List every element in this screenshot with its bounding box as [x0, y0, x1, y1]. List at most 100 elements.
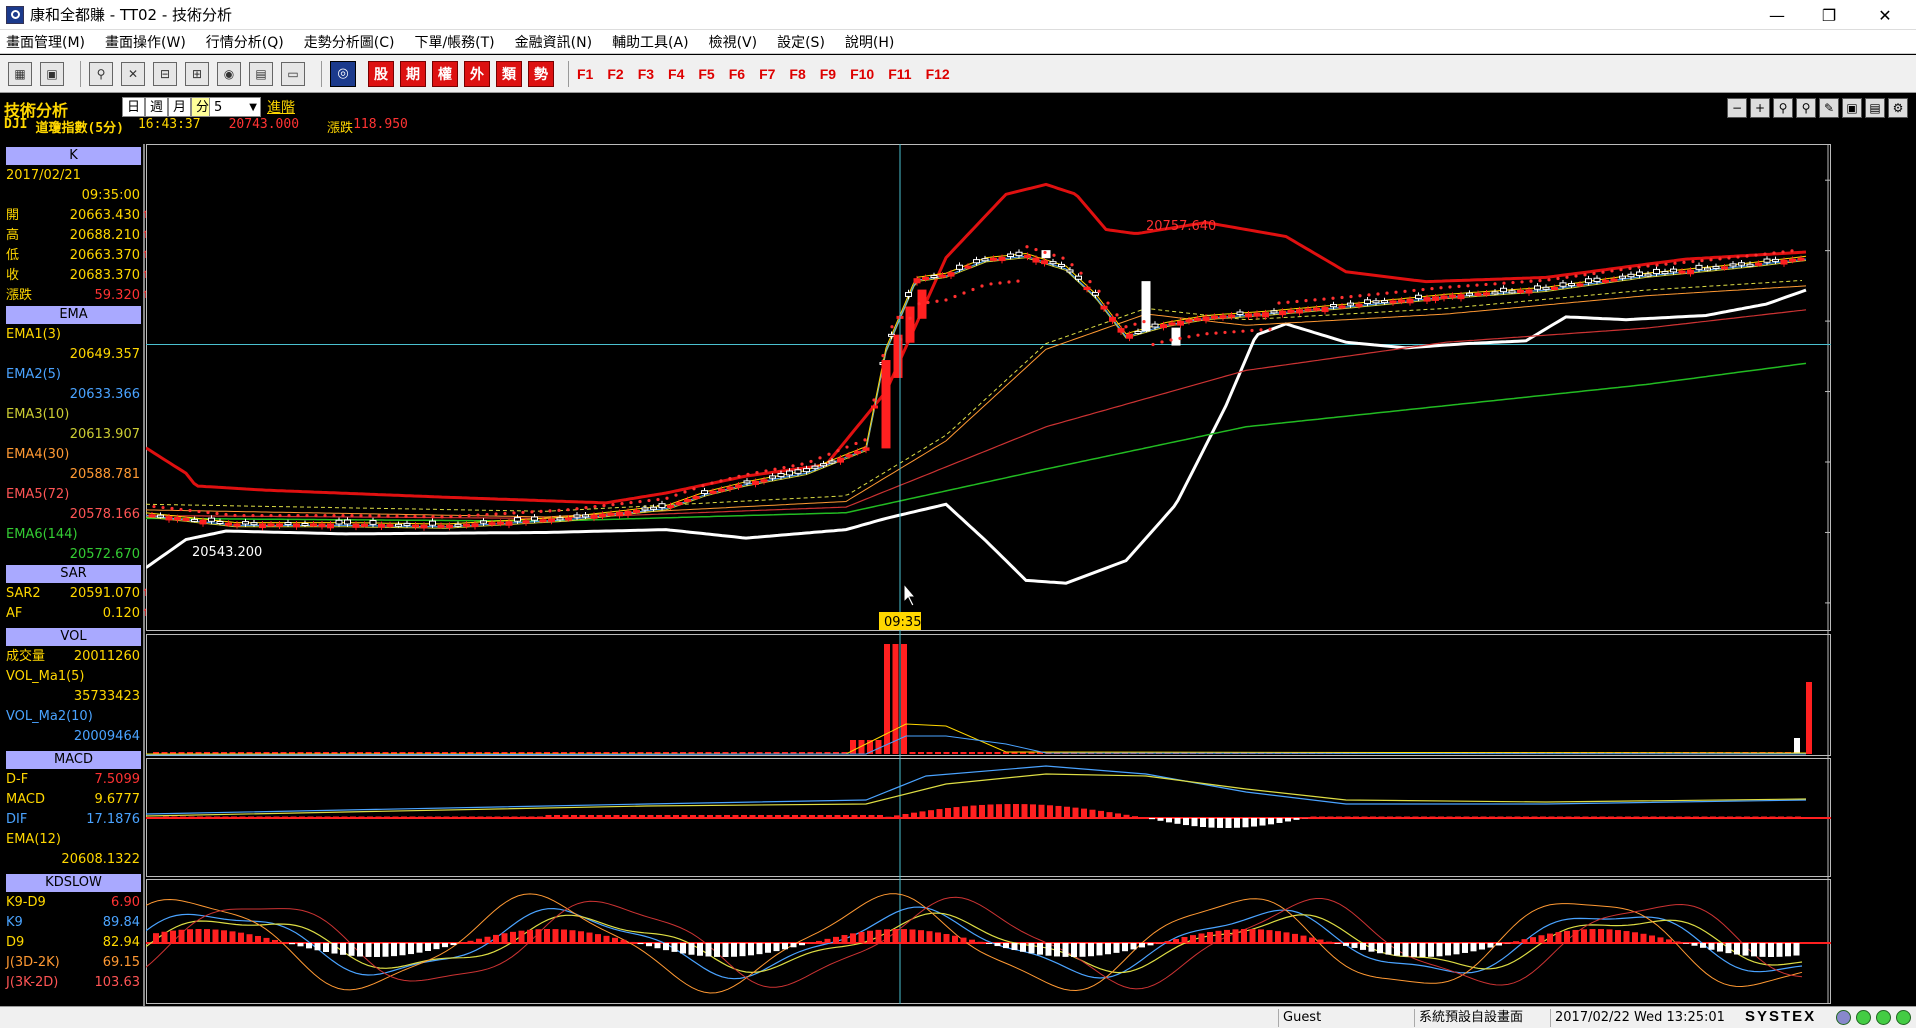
function-key[interactable]: F8 — [789, 66, 805, 82]
kd-bar — [1139, 943, 1145, 948]
cards-icon[interactable]: ▤ — [249, 61, 273, 86]
market-button[interactable]: 期 — [400, 60, 426, 87]
indicator-label: AF — [6, 606, 23, 621]
function-key[interactable]: F10 — [850, 66, 874, 82]
candle — [1279, 310, 1286, 316]
period-option[interactable]: 日 — [122, 97, 146, 117]
function-key[interactable]: F11 — [888, 66, 911, 82]
function-key[interactable]: F1 — [577, 66, 593, 82]
menu-item[interactable]: 說明(H) — [845, 32, 894, 52]
macd-bar — [724, 815, 730, 818]
search-plus-icon[interactable]: ⚲ — [1796, 98, 1816, 118]
macd-bar — [1718, 816, 1725, 818]
macd-bar — [630, 815, 637, 818]
chart-area[interactable]: 20800.00020750.00020700.00020650.0002060… — [146, 144, 1832, 1006]
market-button[interactable]: 權 — [432, 60, 458, 87]
market-button[interactable]: 外 — [464, 60, 490, 87]
macd-bar — [579, 815, 586, 818]
chart-window-icon[interactable]: ▭ — [281, 61, 305, 86]
macd-bar — [1455, 816, 1461, 818]
macd-bar — [1285, 818, 1291, 822]
candle — [1168, 322, 1176, 326]
advanced-link[interactable]: 進階 — [267, 97, 295, 117]
sar-dot — [1322, 297, 1326, 301]
menu-item[interactable]: 設定(S) — [777, 32, 825, 52]
close-button[interactable]: ✕ — [1862, 0, 1908, 30]
period-option[interactable]: 月 — [168, 97, 192, 117]
macd-bar — [1633, 816, 1640, 818]
candle — [1585, 278, 1592, 284]
magnifier-icon[interactable]: ⚲ — [89, 61, 113, 86]
sar-dot — [1088, 280, 1092, 284]
market-button[interactable]: 股 — [368, 60, 394, 87]
save-screen-icon[interactable]: ▣ — [40, 61, 64, 86]
menu-item[interactable]: 輔助工具(A) — [612, 32, 689, 52]
period-option[interactable]: 週 — [145, 97, 169, 117]
function-key[interactable]: F2 — [607, 66, 623, 82]
macd-bar — [1089, 809, 1096, 818]
settings-icon[interactable]: ⚙ — [1888, 98, 1908, 118]
function-key[interactable]: F5 — [698, 66, 714, 82]
price-chart[interactable]: 20800.00020750.00020700.00020650.0002060… — [146, 144, 1832, 1006]
print-icon[interactable]: ▤ — [1865, 98, 1885, 118]
candle — [182, 518, 190, 522]
kd-bar — [1317, 939, 1324, 943]
sar-dot — [548, 509, 552, 513]
kd-bar — [1470, 943, 1477, 952]
function-key[interactable]: F6 — [729, 66, 745, 82]
search-minus-icon[interactable]: ⚲ — [1773, 98, 1793, 118]
indicator-value: 103.63 — [94, 975, 141, 990]
zoom-in-icon[interactable]: + — [1750, 98, 1770, 118]
sar-dot — [1475, 283, 1479, 287]
screen-icon[interactable]: ▦ — [8, 61, 32, 86]
kd-bar — [578, 931, 584, 943]
candle — [1678, 270, 1686, 274]
sar-dot — [1781, 250, 1785, 254]
indicator-value: 9.6777 — [94, 792, 141, 807]
sar-dot — [1250, 328, 1254, 333]
menu-item[interactable]: 畫面操作(W) — [105, 32, 186, 52]
sar-dot — [1214, 331, 1218, 335]
kd-bar — [1708, 943, 1715, 950]
macd-bar — [1242, 818, 1249, 828]
symbol-name: 道瓊指數(5分) — [35, 121, 124, 136]
menu-item[interactable]: 檢視(V) — [709, 32, 758, 52]
sar-dot — [1349, 295, 1353, 299]
macd-bar — [265, 816, 271, 818]
minimize-button[interactable]: — — [1754, 0, 1800, 30]
candle — [420, 524, 428, 529]
candle — [760, 479, 768, 483]
candle — [1755, 262, 1762, 266]
indicator-value: 6.90 — [111, 895, 140, 910]
function-key[interactable]: F12 — [926, 66, 950, 82]
split-h-icon[interactable]: ⊟ — [153, 61, 177, 86]
draw-tool-icon[interactable]: ✎ — [1819, 98, 1839, 118]
macd-bar — [1293, 818, 1300, 820]
function-key[interactable]: F3 — [638, 66, 654, 82]
macd-bar — [554, 815, 560, 818]
indicator-label: J(3D-2K) — [6, 955, 60, 970]
volume-bar — [1806, 682, 1812, 754]
menu-item[interactable]: 走勢分析圖(C) — [304, 32, 395, 52]
macd-bar — [1336, 816, 1342, 818]
sar-dot — [1691, 259, 1695, 264]
menu-item[interactable]: 金融資訊(N) — [515, 32, 592, 52]
close-window-icon[interactable]: ✕ — [121, 61, 145, 86]
market-button[interactable]: 類 — [496, 60, 522, 87]
period-dropdown[interactable]: 5 ▼ — [209, 97, 261, 117]
split-v-icon[interactable]: ⊞ — [185, 61, 209, 86]
sar-dot — [926, 300, 930, 305]
market-button[interactable]: 勢 — [528, 60, 554, 87]
menu-item[interactable]: 行情分析(Q) — [206, 32, 284, 52]
brand-logo-icon[interactable]: ◎ — [330, 60, 356, 87]
function-key[interactable]: F9 — [820, 66, 836, 82]
zoom-out-icon[interactable]: − — [1727, 98, 1747, 118]
function-key[interactable]: F7 — [759, 66, 775, 82]
menu-item[interactable]: 畫面管理(M) — [6, 32, 85, 52]
globe-icon[interactable]: ◉ — [217, 61, 241, 86]
menu-item[interactable]: 下單/帳務(T) — [414, 32, 494, 52]
save-icon[interactable]: ▣ — [1842, 98, 1862, 118]
network-icon[interactable] — [1836, 1010, 1851, 1025]
maximize-button[interactable]: ❐ — [1806, 0, 1852, 30]
function-key[interactable]: F4 — [668, 66, 684, 82]
